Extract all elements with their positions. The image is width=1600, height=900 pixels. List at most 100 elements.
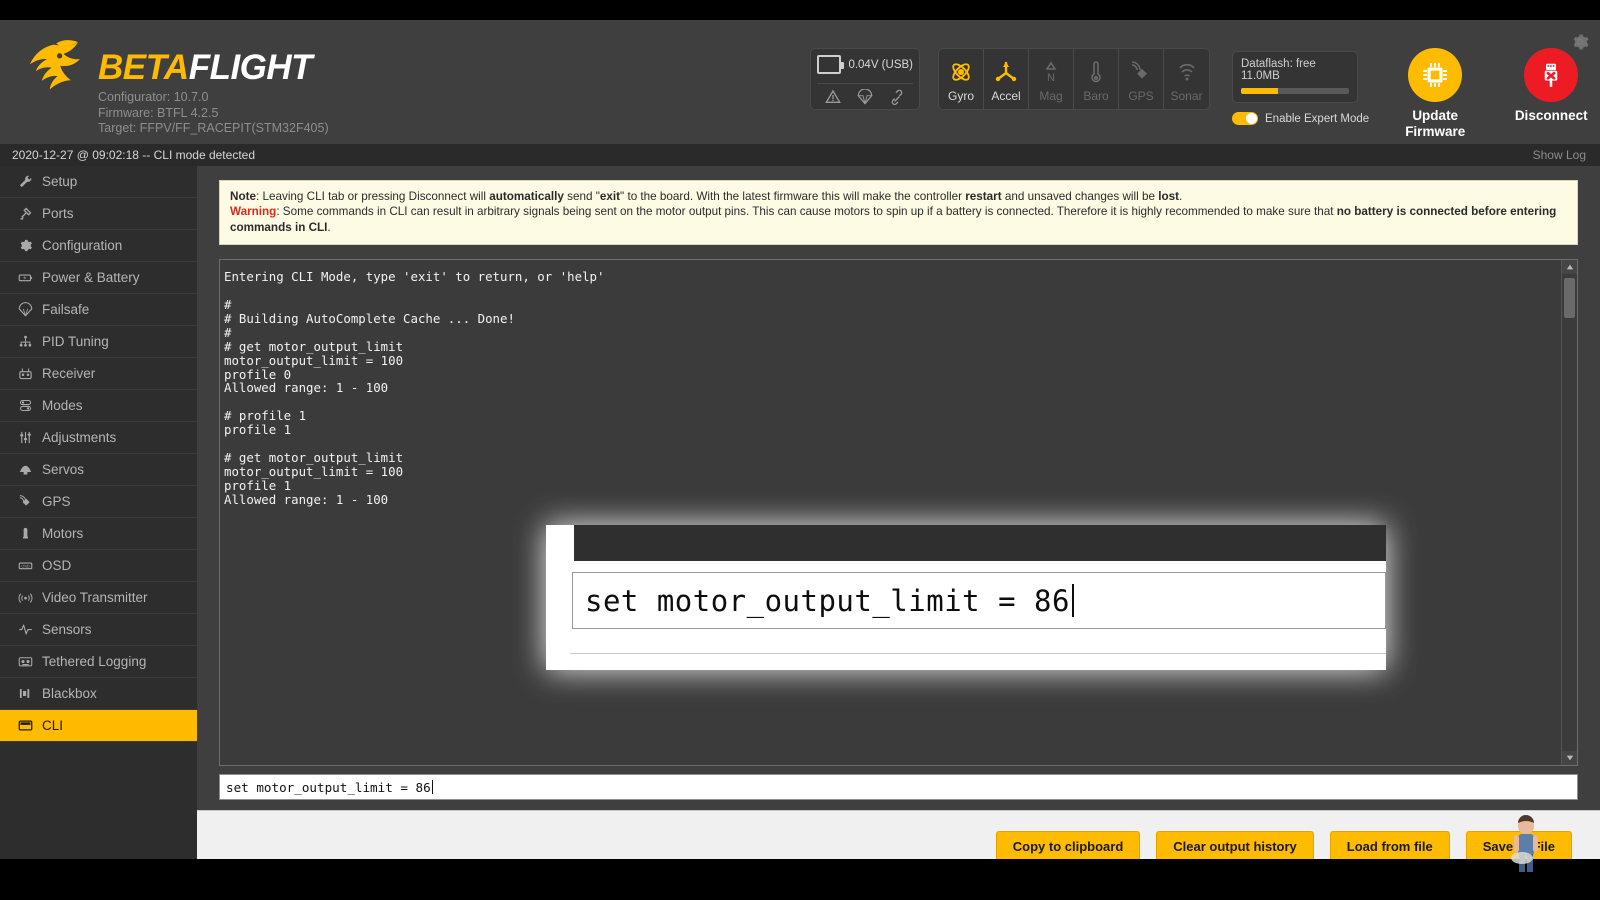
dataflash-box: Dataflash: free 11.0MB [1232, 51, 1358, 103]
sensor-gyro-label: Gyro [948, 89, 974, 103]
sidebar-item-label: Configuration [42, 238, 122, 253]
compass-icon: N [1039, 57, 1063, 87]
expert-mode-row[interactable]: Enable Expert Mode [1232, 112, 1369, 125]
console-line: # profile 1 [224, 409, 1555, 423]
sidebar-item-modes[interactable]: Modes [0, 390, 197, 422]
expert-mode-toggle[interactable] [1232, 112, 1258, 125]
sidebar-item-label: Servos [42, 462, 84, 477]
battery-icon [817, 55, 841, 74]
update-firmware-button[interactable]: UpdateFirmware [1385, 48, 1485, 140]
sensor-gps-label: GPS [1128, 89, 1153, 103]
sidebar-item-label: GPS [42, 494, 71, 509]
settings-gear-icon[interactable] [1570, 32, 1590, 57]
thermometer-icon [1084, 57, 1108, 87]
show-log-button[interactable]: Show Log [1533, 148, 1586, 162]
faders-icon [14, 430, 36, 445]
sidebar-item-ports[interactable]: Ports [0, 198, 197, 230]
battery-status-box: 0.04V (USB) [810, 48, 920, 110]
sidebar-item-tethered-logging[interactable]: Tethered Logging [0, 646, 197, 678]
disconnect-button[interactable]: Disconnect [1501, 48, 1600, 124]
sidebar-item-pid-tuning[interactable]: PID Tuning [0, 326, 197, 358]
sidebar-item-label: Video Transmitter [42, 590, 148, 605]
sidebar-item-gps[interactable]: GPS [0, 486, 197, 518]
notice-warning-prefix: Warning [230, 205, 276, 218]
svg-text:N: N [1047, 72, 1055, 84]
sidebar-item-label: Tethered Logging [42, 654, 146, 669]
sidebar-item-adjustments[interactable]: Adjustments [0, 422, 197, 454]
sidebar-item-label: Ports [42, 206, 74, 221]
log-message: 2020-12-27 @ 09:02:18 -- CLI mode detect… [12, 148, 255, 162]
sidebar-item-label: PID Tuning [42, 334, 109, 349]
battery-row: 0.04V (USB) [817, 55, 913, 74]
warning-icon [825, 89, 841, 105]
sidebar-item-label: Sensors [42, 622, 92, 637]
sidebar-item-servos[interactable]: Servos [0, 454, 197, 486]
sidebar-item-sensors[interactable]: Sensors [0, 614, 197, 646]
betaflight-bee-logo-icon [22, 38, 88, 104]
sonar-icon [1175, 57, 1199, 87]
dataflash-column: Dataflash: free 11.0MB Enable Expert Mod… [1232, 48, 1369, 125]
sensor-baro: Baro [1074, 49, 1119, 109]
cli-warning-notice: Note: Leaving CLI tab or pressing Discon… [219, 180, 1578, 245]
console-line: Entering CLI Mode, type 'exit' to return… [224, 270, 1555, 284]
scroll-up-arrow-icon[interactable] [1562, 260, 1577, 274]
battery-voltage-label: 0.04V (USB) [848, 59, 913, 71]
header-controls: 0.04V (USB) [810, 48, 1600, 140]
console-line: profile 0 [224, 368, 1555, 382]
sidebar-item-osd[interactable]: OSDOSD [0, 550, 197, 582]
wrench-icon [14, 174, 36, 189]
blackbox-icon [14, 686, 36, 701]
expert-mode-label: Enable Expert Mode [1265, 113, 1369, 125]
disconnect-label: Disconnect [1515, 108, 1588, 124]
sidebar-item-power-battery[interactable]: Power & Battery [0, 262, 197, 294]
firmware-version: Firmware: BTFL 4.2.5 [98, 106, 329, 122]
antenna-icon [14, 590, 36, 605]
brand-wordmark: BETAFLIGHT [98, 50, 329, 85]
cassette-icon [14, 654, 36, 669]
sidebar-item-configuration[interactable]: Configuration [0, 230, 197, 262]
waveform-icon [14, 622, 36, 637]
sidebar-item-blackbox[interactable]: Blackbox [0, 678, 197, 710]
betaflight-configurator-window: BETAFLIGHT Configurator: 10.7.0 Firmware… [0, 0, 1600, 900]
configurator-version: Configurator: 10.7.0 [98, 90, 329, 106]
console-blank-line [224, 437, 1555, 451]
cli-command-input[interactable]: set motor_output_limit = 86 [219, 774, 1578, 800]
battery-icon [14, 270, 36, 285]
sidebar-item-setup[interactable]: Setup [0, 166, 197, 198]
copy-to-clipboard-button[interactable]: Copy to clipboard [996, 831, 1141, 862]
console-line: motor_output_limit = 100 [224, 354, 1555, 368]
sensor-gyro: Gyro [939, 49, 984, 109]
parachute-icon [857, 89, 873, 105]
transmitter-icon [14, 366, 36, 381]
clear-output-history-button[interactable]: Clear output history [1156, 831, 1314, 862]
console-line: profile 1 [224, 423, 1555, 437]
status-flags-row [817, 83, 913, 105]
sensor-gps: GPS [1119, 49, 1164, 109]
plug-icon [14, 206, 36, 221]
notice-note-line: Note: Leaving CLI tab or pressing Discon… [230, 189, 1567, 204]
body-container: Setup Ports Configuration Power & BatteryFa… [0, 166, 1600, 882]
sidebar-item-receiver[interactable]: Receiver [0, 358, 197, 390]
gyro-icon [949, 57, 973, 87]
sidebar-item-cli[interactable]: CLI [0, 710, 197, 742]
notice-note-prefix: Note [230, 190, 256, 203]
satellite-icon [1129, 57, 1153, 87]
sidebar-item-video-transmitter[interactable]: Video Transmitter [0, 582, 197, 614]
log-bar: 2020-12-27 @ 09:02:18 -- CLI mode detect… [0, 144, 1600, 166]
sidebar-item-motors[interactable]: Motors [0, 518, 197, 550]
console-scrollbar[interactable] [1561, 260, 1577, 765]
cli-console-output: Entering CLI Mode, type 'exit' to return… [220, 260, 1561, 765]
sidebar-item-label: Adjustments [42, 430, 116, 445]
console-blank-line [224, 395, 1555, 409]
bottom-black-strip [0, 859, 1600, 900]
terminal-icon [14, 718, 36, 733]
sidebar-item-failsafe[interactable]: Failsafe [0, 294, 197, 326]
satellite-icon [14, 494, 36, 509]
load-from-file-button[interactable]: Load from file [1330, 831, 1450, 862]
app-header: BETAFLIGHT Configurator: 10.7.0 Firmware… [0, 20, 1600, 144]
scroll-down-arrow-icon[interactable] [1562, 751, 1577, 765]
scrollbar-thumb[interactable] [1564, 278, 1575, 318]
sidebar-item-label: CLI [42, 718, 63, 733]
brand-beta: BETA [98, 48, 189, 87]
brand-meta: Configurator: 10.7.0 Firmware: BTFL 4.2.… [98, 90, 329, 137]
